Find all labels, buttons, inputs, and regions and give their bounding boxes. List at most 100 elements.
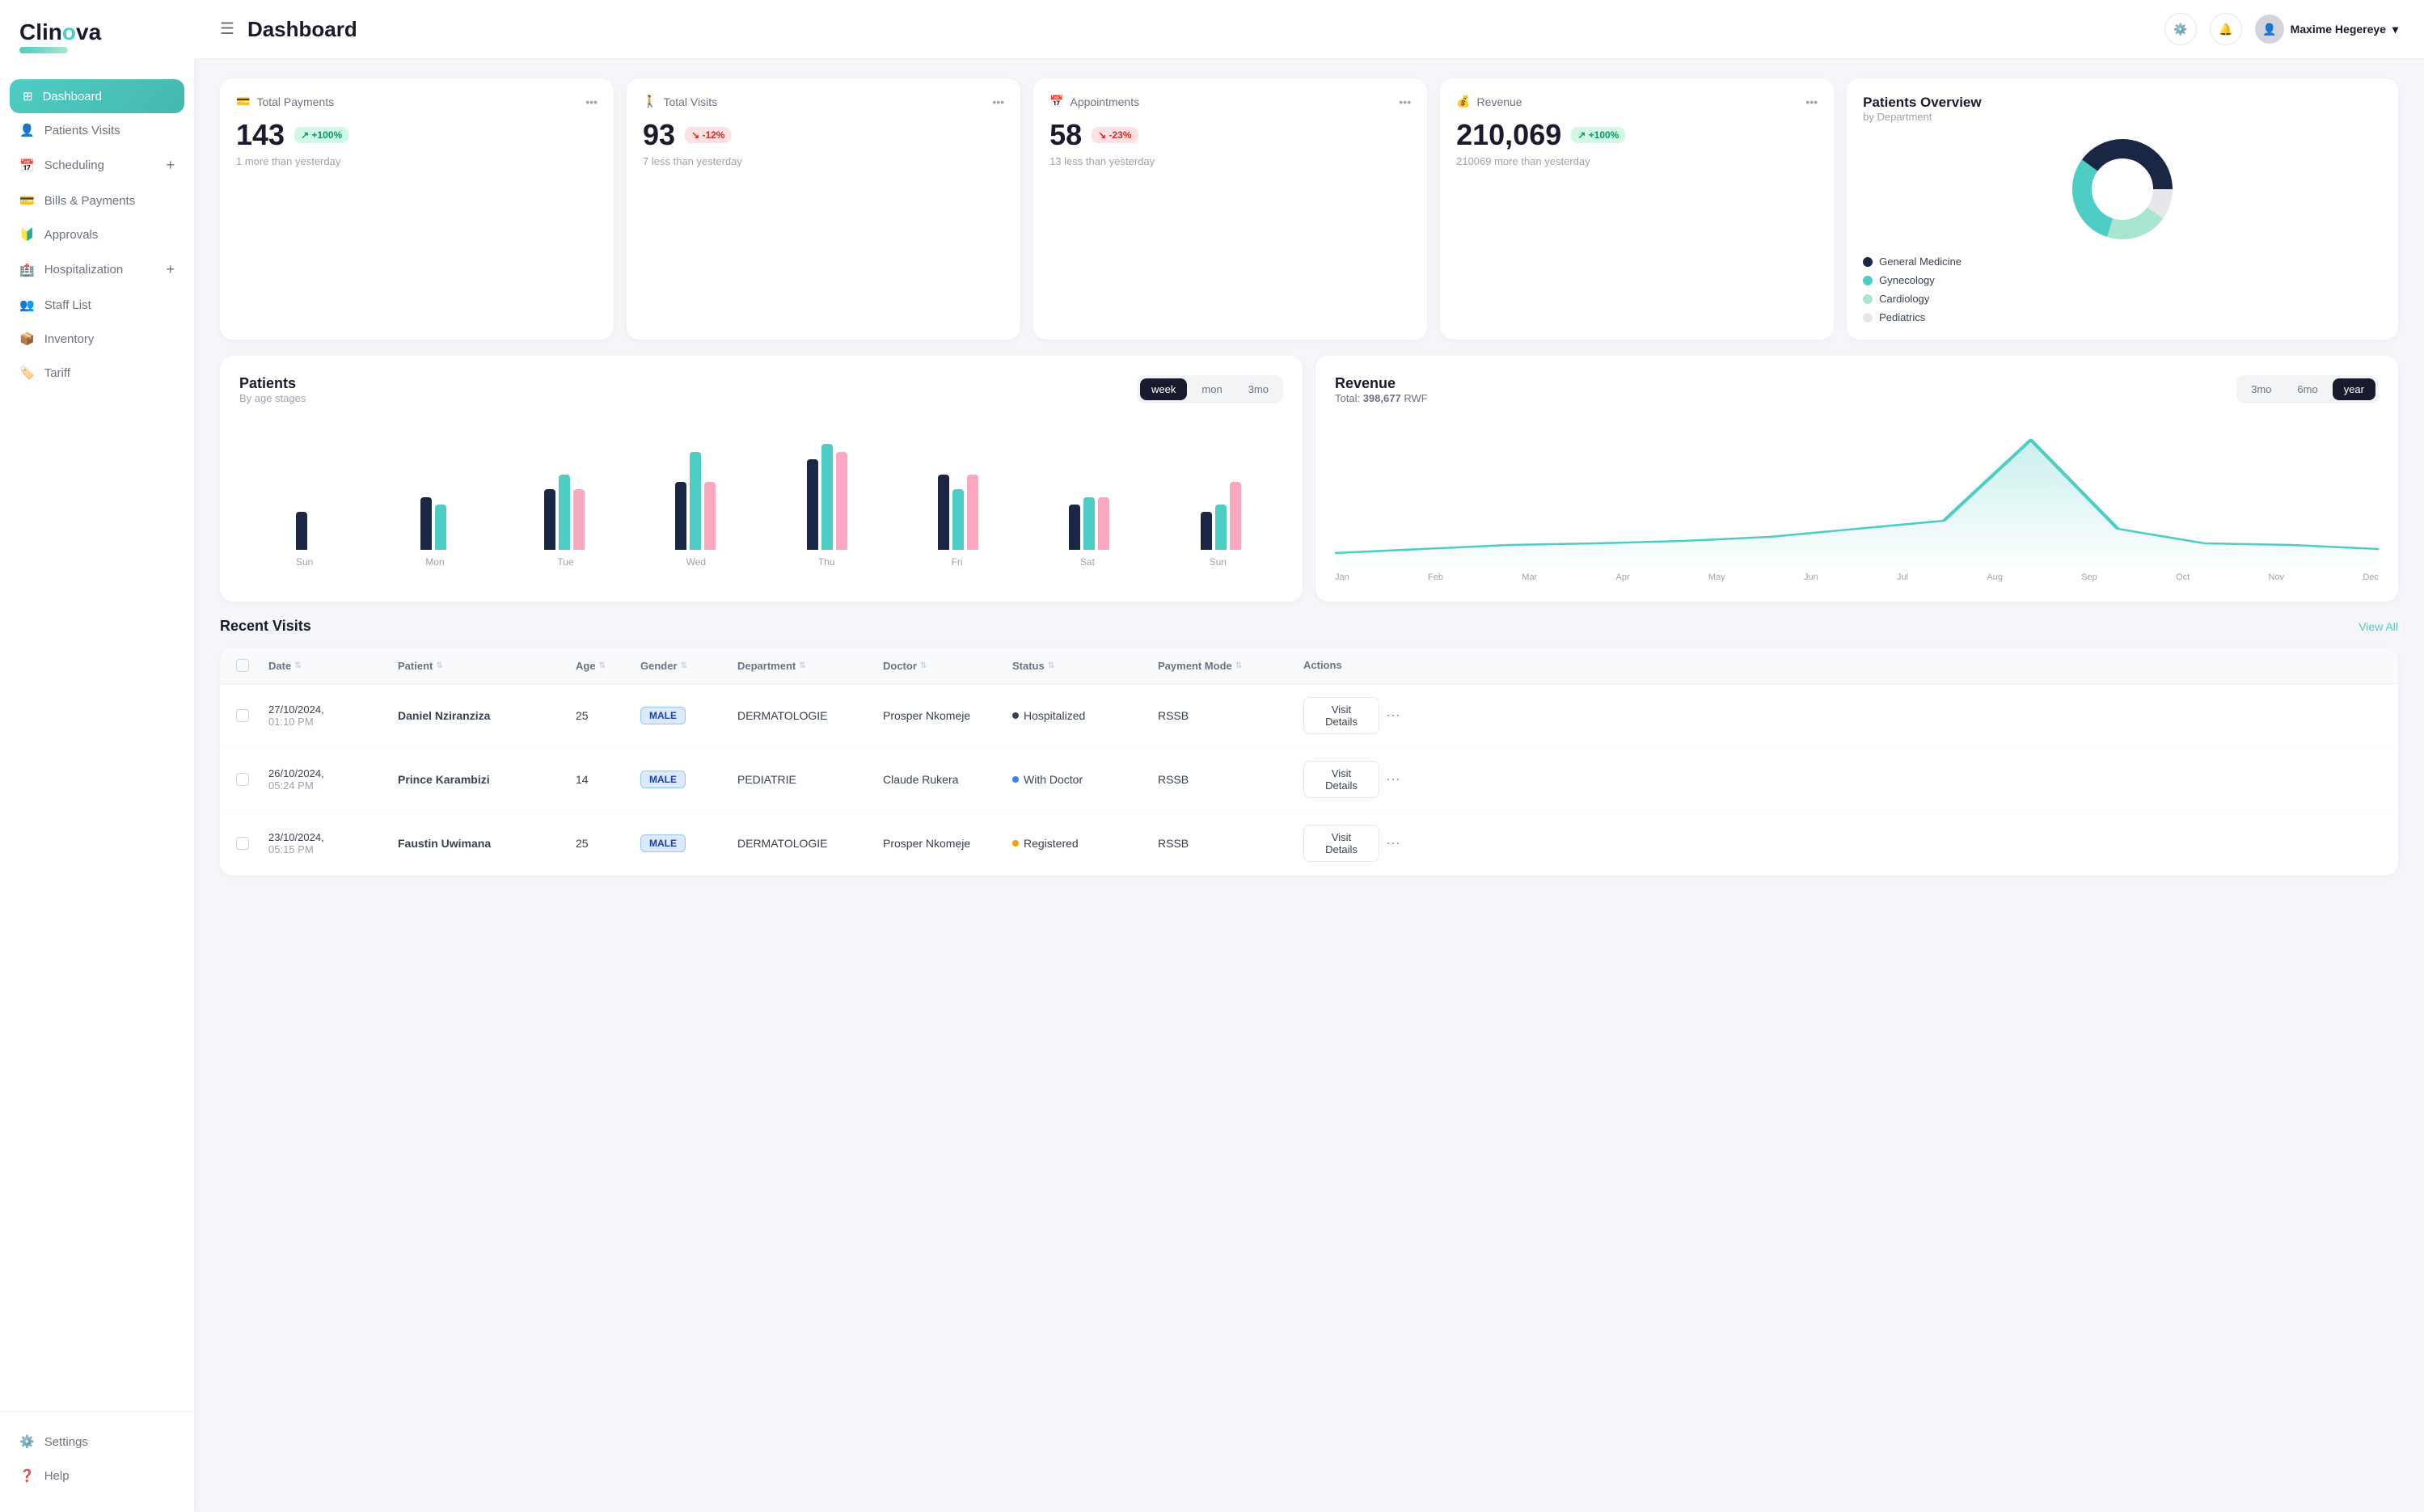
- sidebar-item-staff-list[interactable]: 👥 Staff List: [0, 288, 194, 322]
- bar-navy: [807, 459, 818, 550]
- sidebar-item-inventory[interactable]: 📦 Inventory: [0, 322, 194, 356]
- status-text-2: Registered: [1024, 837, 1079, 850]
- x-label: Mar: [1522, 572, 1537, 582]
- notifications-icon-button[interactable]: 🔔: [2210, 13, 2242, 45]
- sidebar-item-approvals[interactable]: 🔰 Approvals: [0, 218, 194, 251]
- bar-inner: [675, 452, 716, 550]
- tab-3mo[interactable]: 3mo: [1237, 378, 1280, 400]
- main-area: ☰ Dashboard ⚙️ 🔔 👤 Maxime Hegereye ▾ 💳 T…: [194, 0, 2424, 1512]
- sidebar-item-bills-payments[interactable]: 💳 Bills & Payments: [0, 184, 194, 218]
- stat-header-left-total-visits: 🚶 Total Visits: [643, 95, 717, 108]
- tab-3mo-rev[interactable]: 3mo: [2240, 378, 2283, 400]
- sidebar-item-patients-visits[interactable]: 👤 Patients Visits: [0, 113, 194, 147]
- visit-details-button-2[interactable]: Visit Details: [1303, 825, 1379, 862]
- bar-pink: [836, 452, 847, 550]
- visit-details-button-0[interactable]: Visit Details: [1303, 697, 1379, 734]
- revenue-svg: [1335, 424, 2379, 569]
- stat-main-total-visits: 93 ↘ -12%: [643, 118, 1004, 152]
- visit-details-button-1[interactable]: Visit Details: [1303, 761, 1379, 798]
- stat-badge-revenue: ↗ +100%: [1571, 127, 1625, 143]
- more-actions-button-1[interactable]: ⋯: [1386, 771, 1400, 788]
- bar-navy: [544, 489, 555, 550]
- bar-teal: [559, 475, 570, 550]
- bar-navy: [296, 512, 307, 550]
- sidebar-item-dashboard[interactable]: ⊞ Dashboard: [10, 79, 184, 113]
- status-dot-2: [1012, 840, 1019, 847]
- row-select-1[interactable]: [236, 773, 249, 786]
- legend: General Medicine Gynecology Cardiology P…: [1863, 256, 2382, 323]
- row-gender-0: MALE: [640, 707, 737, 724]
- status-dot-1: [1012, 776, 1019, 783]
- revenue-tab-group: 3mo 6mo year: [2236, 375, 2379, 403]
- sidebar-item-scheduling[interactable]: 📅 Scheduling +: [0, 147, 194, 184]
- dashboard-icon: ⊞: [23, 89, 33, 103]
- bar-group: [370, 497, 495, 550]
- row-select-0[interactable]: [236, 709, 249, 722]
- legend-dot: [1863, 313, 1873, 323]
- row-department-1: PEDIATRIE: [737, 773, 883, 786]
- bar-navy: [675, 482, 686, 550]
- bills-payments-icon: 💳: [19, 193, 35, 208]
- stat-card-total-payments: 💳 Total Payments ••• 143 ↗ +100% 1 more …: [220, 78, 614, 340]
- sort-payment-icon: ⇅: [1235, 661, 1242, 670]
- user-area[interactable]: 👤 Maxime Hegereye ▾: [2255, 15, 2398, 44]
- sidebar-label-patients-visits: Patients Visits: [44, 124, 120, 137]
- row-doctor-2: Prosper Nkomeje: [883, 837, 1012, 850]
- tab-mon[interactable]: mon: [1190, 378, 1233, 400]
- sidebar-label-hospitalization: Hospitalization: [44, 263, 124, 277]
- row-date-2: 23/10/2024, 05:15 PM: [268, 831, 398, 855]
- more-icon-appointments[interactable]: •••: [1399, 95, 1411, 108]
- tariff-icon: 🏷️: [19, 365, 35, 380]
- more-icon-total-visits[interactable]: •••: [992, 95, 1004, 108]
- legend-dot: [1863, 276, 1873, 285]
- row-status-2: Registered: [1012, 837, 1158, 850]
- bar-day-label: Sun: [239, 556, 370, 568]
- tab-year-rev[interactable]: year: [2333, 378, 2375, 400]
- bar-group: [633, 452, 758, 550]
- row-date-0: 27/10/2024, 01:10 PM: [268, 703, 398, 728]
- bell-icon: 🔔: [2219, 23, 2232, 36]
- bar-day-label: Sat: [1022, 556, 1152, 568]
- row-select-2[interactable]: [236, 837, 249, 850]
- row-patient-0: Daniel Nziranziza: [398, 709, 576, 722]
- hamburger-button[interactable]: ☰: [220, 21, 234, 37]
- plus-icon-hospitalization: +: [166, 261, 175, 278]
- bar-pink: [704, 482, 716, 550]
- sidebar-item-settings[interactable]: ⚙️ Settings: [0, 1425, 194, 1459]
- recent-visits-title: Recent Visits: [220, 618, 311, 635]
- bar-inner: [1069, 497, 1109, 550]
- avatar: 👤: [2255, 15, 2284, 44]
- sidebar-label-inventory: Inventory: [44, 332, 95, 346]
- logo-area: Clinova: [0, 19, 194, 79]
- row-age-0: 25: [576, 709, 640, 722]
- view-all-link[interactable]: View All: [2359, 620, 2398, 633]
- stat-sub-revenue: 210069 more than yesterday: [1456, 155, 1818, 167]
- settings-icon-button[interactable]: ⚙️: [2164, 13, 2197, 45]
- bar-navy: [1069, 505, 1080, 550]
- more-actions-button-0[interactable]: ⋯: [1386, 707, 1400, 724]
- sidebar-item-help[interactable]: ❓ Help: [0, 1459, 194, 1493]
- bar-inner: [544, 475, 585, 550]
- stat-value-total-payments: 143: [236, 118, 285, 152]
- more-icon-revenue[interactable]: •••: [1805, 95, 1818, 108]
- row-date-1: 26/10/2024, 05:24 PM: [268, 767, 398, 792]
- more-actions-button-2[interactable]: ⋯: [1386, 835, 1400, 852]
- sidebar-item-hospitalization[interactable]: 🏥 Hospitalization +: [0, 251, 194, 288]
- row-department-0: DERMATOLOGIE: [737, 709, 883, 722]
- patients-chart-header: Patients By age stages week mon 3mo: [239, 375, 1283, 404]
- more-icon-total-payments[interactable]: •••: [585, 95, 598, 108]
- legend-item-gynecology: Gynecology: [1863, 274, 2382, 286]
- chevron-down-icon: ▾: [2392, 23, 2398, 36]
- row-payment-2: RSSB: [1158, 837, 1303, 850]
- x-label: May: [1708, 572, 1725, 582]
- stats-row: 💳 Total Payments ••• 143 ↗ +100% 1 more …: [220, 78, 2398, 340]
- sidebar-item-tariff[interactable]: 🏷️ Tariff: [0, 356, 194, 390]
- sidebar-label-approvals: Approvals: [44, 228, 99, 242]
- select-all-checkbox[interactable]: [236, 659, 249, 672]
- col-patient: Patient ⇅: [398, 659, 576, 672]
- sort-date-icon: ⇅: [294, 661, 301, 670]
- tab-week[interactable]: week: [1140, 378, 1187, 400]
- legend-item-cardiology: Cardiology: [1863, 293, 2382, 305]
- tab-6mo-rev[interactable]: 6mo: [2286, 378, 2329, 400]
- overview-title: Patients Overview by Department: [1863, 95, 2382, 123]
